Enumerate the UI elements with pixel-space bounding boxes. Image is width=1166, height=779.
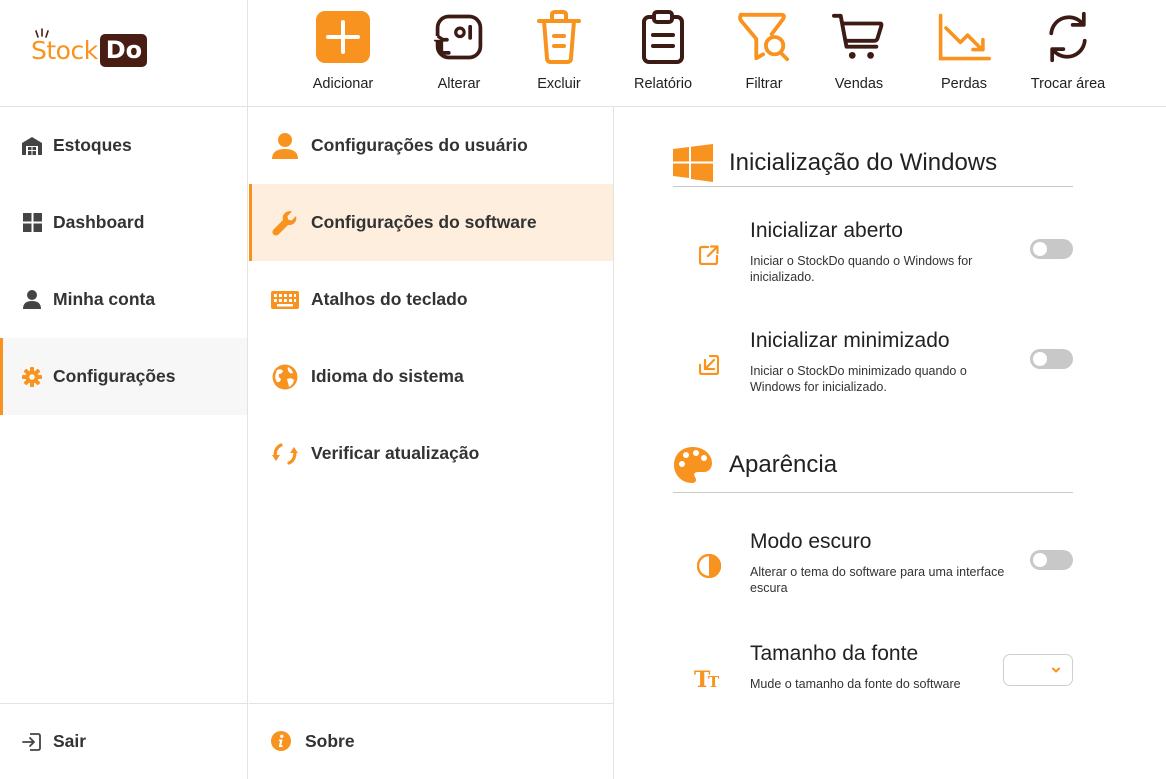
info-icon <box>271 730 293 753</box>
setting-font-size: TT Tamanho da fonte Mude o tamanho da fo… <box>673 642 1073 722</box>
user-icon <box>271 132 299 160</box>
logout-area: Sair <box>0 703 247 779</box>
sidebar-item-configuracoes[interactable]: Configurações <box>0 338 247 415</box>
setting-description: Alterar o tema do software para uma inte… <box>750 565 1005 595</box>
minimize-arrow-icon <box>693 349 725 381</box>
menu-item-label: Verificar atualização <box>311 443 480 463</box>
sales-button[interactable]: Vendas <box>828 0 890 107</box>
sidebar-item-label: Dashboard <box>53 212 145 232</box>
menu-item-keyboard-shortcuts[interactable]: Atalhos do teclado <box>249 261 613 338</box>
logo-text-do: Do <box>99 33 148 67</box>
menu-item-user-settings[interactable]: Configurações do usuário <box>249 107 613 184</box>
sidebar-item-estoques[interactable]: Estoques <box>0 107 247 184</box>
font-size-select[interactable] <box>1003 654 1073 686</box>
add-button-label: Adicionar <box>312 76 374 92</box>
sidebar-item-minha-conta[interactable]: Minha conta <box>0 261 247 338</box>
menu-item-label: Configurações do software <box>311 212 537 232</box>
sales-button-label: Vendas <box>834 76 884 92</box>
section-title: Aparência <box>729 451 838 478</box>
menu-item-software-settings[interactable]: Configurações do software <box>249 184 613 261</box>
filter-search-icon <box>737 7 791 67</box>
contrast-icon <box>693 550 725 582</box>
setting-title: Modo escuro <box>750 530 872 553</box>
about-label: Sobre <box>305 731 355 751</box>
add-button[interactable]: Adicionar <box>302 0 384 107</box>
section-appearance: Aparência <box>673 438 1073 493</box>
shopping-cart-icon <box>832 7 886 67</box>
logo-spark-icon <box>35 28 49 38</box>
open-external-icon <box>693 239 725 271</box>
main-sidebar: Estoques Dashboard Minha conta Configura… <box>0 107 248 779</box>
sidebar-item-label: Minha conta <box>53 289 156 309</box>
warehouse-icon <box>22 136 42 156</box>
about-button[interactable]: Sobre <box>249 703 613 779</box>
clipboard-report-icon <box>636 7 690 67</box>
sidebar-item-label: Estoques <box>53 135 132 155</box>
grid-icon <box>22 213 42 233</box>
switch-area-button[interactable]: Trocar área <box>1020 0 1116 107</box>
edit-button[interactable]: Alterar <box>420 0 498 107</box>
setting-description: Mude o tamanho da fonte do software <box>750 677 961 691</box>
start-minimized-toggle[interactable] <box>1030 349 1073 369</box>
setting-start-open: Inicializar aberto Iniciar o StockDo qua… <box>673 219 1073 299</box>
menu-item-check-updates[interactable]: Verificar atualização <box>249 415 613 492</box>
keyboard-icon <box>271 286 299 314</box>
setting-title: Inicializar minimizado <box>750 329 950 352</box>
settings-content: Inicialização do Windows Inicializar abe… <box>615 107 1166 779</box>
gear-icon <box>22 366 42 387</box>
stockdo-logo: Stock Do <box>31 23 148 77</box>
logout-icon <box>22 732 42 752</box>
refresh-icon <box>1041 7 1095 67</box>
sync-icon <box>271 440 299 468</box>
menu-item-system-language[interactable]: Idioma do sistema <box>249 338 613 415</box>
start-open-toggle[interactable] <box>1030 239 1073 259</box>
logout-label: Sair <box>53 731 87 751</box>
edit-button-label: Alterar <box>437 76 481 92</box>
user-icon <box>22 290 42 310</box>
logo-area: Stock Do <box>0 0 248 107</box>
filter-button-label: Filtrar <box>745 76 783 92</box>
chevron-down-icon <box>1052 667 1060 673</box>
top-toolbar: Stock Do Adicionar Alterar Excluir Relat… <box>0 0 1166 107</box>
sidebar-item-dashboard[interactable]: Dashboard <box>0 184 247 261</box>
menu-item-label: Configurações do usuário <box>311 135 528 155</box>
losses-button[interactable]: Perdas <box>931 0 997 107</box>
logout-button[interactable]: Sair <box>0 704 247 779</box>
setting-description: Iniciar o StockDo quando o Windows for i… <box>750 254 973 284</box>
delete-button-label: Excluir <box>537 76 581 92</box>
settings-menu: Configurações do usuário Configurações d… <box>249 107 614 779</box>
logo-text-stock: Stock <box>31 35 98 65</box>
sidebar-item-label: Configurações <box>53 366 176 386</box>
menu-item-label: Idioma do sistema <box>311 366 464 386</box>
dark-mode-toggle[interactable] <box>1030 550 1073 570</box>
delete-button[interactable]: Excluir <box>523 0 595 107</box>
svg-text:T: T <box>708 673 720 689</box>
section-windows-startup: Inicialização do Windows <box>673 139 1073 187</box>
switch-area-button-label: Trocar área <box>1030 76 1106 92</box>
add-square-icon <box>316 7 370 67</box>
trend-down-icon <box>937 7 991 67</box>
report-button-label: Relatório <box>633 76 693 92</box>
font-size-icon: TT <box>693 662 725 694</box>
setting-start-minimized: Inicializar minimizado Iniciar o StockDo… <box>673 329 1073 409</box>
wrench-icon <box>271 209 299 237</box>
trash-icon <box>532 7 586 67</box>
globe-icon <box>271 363 299 391</box>
menu-item-label: Atalhos do teclado <box>311 289 468 309</box>
section-title: Inicialização do Windows <box>729 148 998 176</box>
filter-button[interactable]: Filtrar <box>731 0 797 107</box>
windows-icon <box>673 143 713 183</box>
palette-icon <box>673 445 713 485</box>
report-button[interactable]: Relatório <box>621 0 705 107</box>
setting-dark-mode: Modo escuro Alterar o tema do software p… <box>673 530 1073 610</box>
setting-title: Inicializar aberto <box>750 219 903 242</box>
setting-title: Tamanho da fonte <box>750 642 919 665</box>
losses-button-label: Perdas <box>941 76 987 92</box>
edit-swap-icon <box>432 7 486 67</box>
setting-description: Iniciar o StockDo minimizado quando o Wi… <box>750 364 967 394</box>
